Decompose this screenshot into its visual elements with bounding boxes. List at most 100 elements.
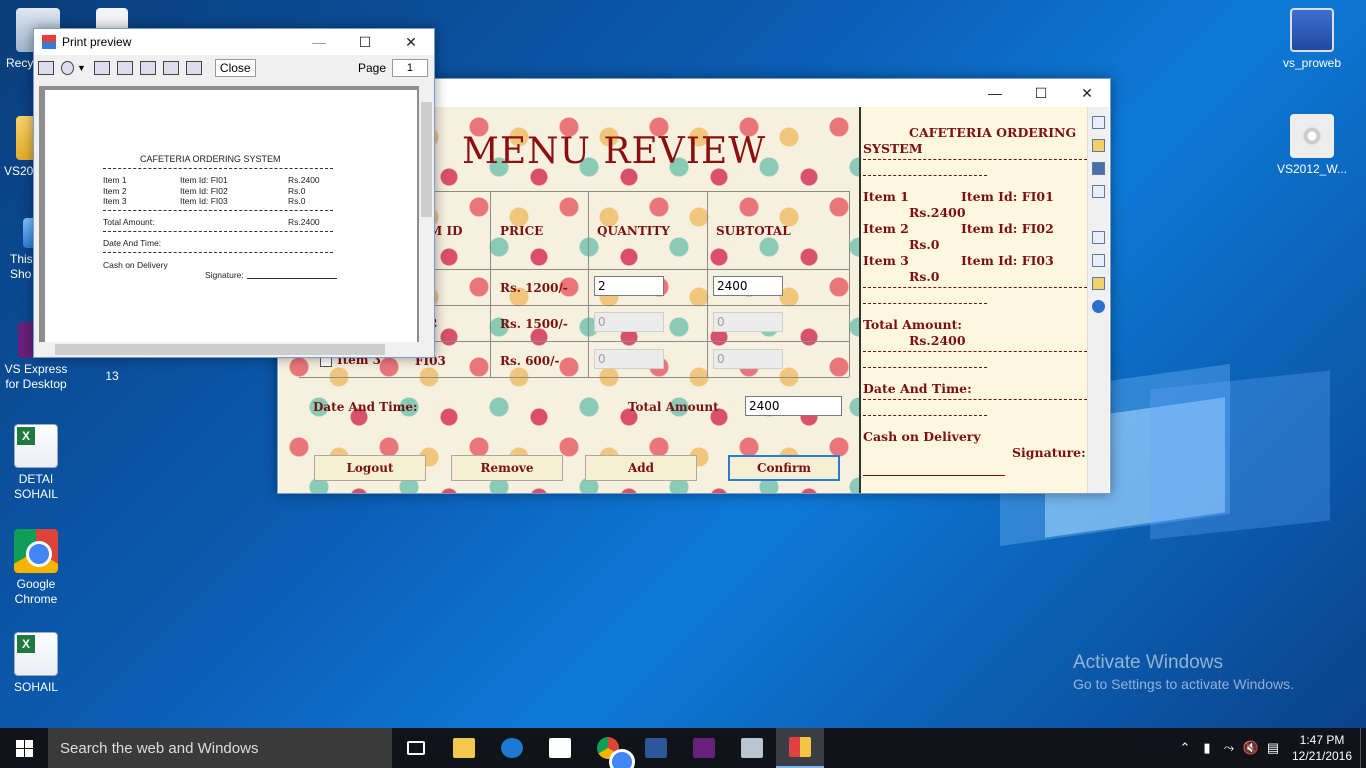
desktop-icon-13[interactable]: 13 bbox=[72, 369, 152, 384]
taskbar-word[interactable] bbox=[632, 728, 680, 768]
disc-image-icon bbox=[1290, 114, 1334, 158]
battery-icon[interactable]: ▮ bbox=[1196, 740, 1218, 756]
volume-muted-icon[interactable]: 🔇 bbox=[1240, 740, 1262, 756]
receipt-total-label: Total Amount: bbox=[863, 317, 963, 332]
start-button[interactable] bbox=[0, 728, 48, 768]
receipt-item1-price: Rs.2400 bbox=[909, 205, 966, 220]
receipt-date-label: Date And Time: bbox=[863, 381, 972, 396]
desktop-icon-detai-sohail[interactable]: DETAI SOHAIL bbox=[0, 424, 76, 502]
help-icon[interactable] bbox=[1092, 300, 1105, 313]
windows-logo-icon bbox=[15, 739, 33, 757]
clock[interactable]: 1:47 PM 12/21/2016 bbox=[1284, 732, 1360, 764]
receipt-divider bbox=[863, 303, 987, 304]
receipt-divider bbox=[863, 351, 1087, 352]
maximize-button[interactable]: ☐ bbox=[1018, 79, 1064, 107]
excel-file-icon bbox=[14, 424, 58, 468]
desktop-icon-label: 13 bbox=[105, 369, 119, 383]
receipt-item3-id: Item Id: FI03 bbox=[961, 253, 1054, 268]
minimize-button[interactable]: — bbox=[972, 79, 1018, 107]
scroll-thumb[interactable] bbox=[55, 344, 385, 355]
one-page-icon[interactable] bbox=[93, 61, 110, 75]
desktop-icon-vs-proweb[interactable]: vs_proweb bbox=[1272, 8, 1352, 71]
vertical-scrollbar[interactable] bbox=[419, 86, 434, 342]
six-pages-icon[interactable] bbox=[185, 61, 202, 75]
new-icon[interactable] bbox=[1092, 116, 1105, 129]
save-icon[interactable] bbox=[1092, 162, 1105, 175]
close-button[interactable]: ✕ bbox=[1064, 79, 1110, 107]
taskbar-store[interactable] bbox=[536, 728, 584, 768]
task-view-button[interactable] bbox=[392, 728, 440, 768]
row1-quantity-input[interactable]: 2 bbox=[594, 276, 664, 296]
open-icon[interactable] bbox=[1092, 139, 1105, 152]
desktop-icon-google-chrome[interactable]: Google Chrome bbox=[0, 529, 76, 607]
task-view-icon bbox=[407, 741, 425, 755]
window-title: Print preview bbox=[62, 35, 132, 49]
page-number-input[interactable]: 1 bbox=[392, 59, 428, 77]
close-preview-button[interactable]: Close bbox=[214, 59, 256, 77]
page-label: Page bbox=[357, 61, 386, 75]
grid-line bbox=[849, 191, 850, 377]
minimize-button[interactable]: — bbox=[296, 28, 342, 56]
print-preview-titlebar: Print preview — ☐ ✕ bbox=[34, 29, 434, 55]
four-pages-icon[interactable] bbox=[162, 61, 179, 75]
wifi-icon[interactable]: ⤳ bbox=[1218, 740, 1240, 756]
paste-icon[interactable] bbox=[1092, 277, 1105, 290]
row3-subtotal-field: 0 bbox=[713, 349, 783, 369]
taskbar-visual-studio[interactable] bbox=[680, 728, 728, 768]
chevron-up-icon[interactable]: ⌃ bbox=[1174, 740, 1196, 756]
receipt-payment: Cash on Delivery bbox=[863, 429, 981, 444]
grid-line bbox=[490, 191, 491, 377]
row3-quantity-input[interactable]: 0 bbox=[594, 349, 664, 369]
receipt-divider bbox=[863, 367, 987, 368]
logout-button[interactable]: Logout bbox=[314, 455, 426, 481]
add-button[interactable]: Add bbox=[585, 455, 697, 481]
column-header-quantity: QUANTITY bbox=[597, 224, 670, 238]
preview-divider bbox=[103, 231, 333, 232]
taskbar-app[interactable] bbox=[728, 728, 776, 768]
notifications-icon[interactable]: ▤ bbox=[1262, 740, 1284, 756]
taskbar-edge[interactable] bbox=[488, 728, 536, 768]
preview-item3: Item 3 bbox=[103, 196, 127, 206]
taskbar-search-box[interactable]: Search the web and Windows bbox=[48, 728, 392, 768]
receipt-divider bbox=[863, 175, 987, 176]
preview-total-value: Rs.2400 bbox=[288, 217, 320, 227]
wallpaper-beam bbox=[1150, 370, 1330, 540]
zoom-icon[interactable] bbox=[61, 61, 74, 75]
maximize-button[interactable]: ☐ bbox=[342, 28, 388, 56]
two-pages-icon[interactable] bbox=[116, 61, 133, 75]
taskbar-chrome[interactable] bbox=[584, 728, 635, 768]
total-amount-field: 2400 bbox=[745, 396, 842, 416]
preview-area: CAFETERIA ORDERING SYSTEM Item 1 Item Id… bbox=[39, 86, 419, 342]
column-header-subtotal: SUBTOTAL bbox=[716, 224, 791, 238]
confirm-button[interactable]: Confirm bbox=[728, 455, 840, 481]
three-pages-icon[interactable] bbox=[139, 61, 156, 75]
receipt-divider bbox=[863, 287, 1087, 288]
excel-file-icon bbox=[14, 632, 58, 676]
show-desktop-button[interactable] bbox=[1360, 728, 1366, 768]
preview-page: CAFETERIA ORDERING SYSTEM Item 1 Item Id… bbox=[45, 90, 417, 342]
receipt-heading-line2: SYSTEM bbox=[863, 141, 923, 156]
remove-button[interactable]: Remove bbox=[451, 455, 563, 481]
print-icon[interactable] bbox=[1092, 185, 1105, 198]
app-icon bbox=[42, 35, 56, 49]
grid-line bbox=[299, 377, 849, 378]
print-preview-window: Print preview — ☐ ✕ ▼ Close Page 1 CAFET… bbox=[33, 28, 435, 358]
row2-price: Rs. 1500/- bbox=[500, 317, 568, 331]
close-button[interactable]: ✕ bbox=[388, 28, 434, 56]
desktop-icon-sohail[interactable]: SOHAIL bbox=[0, 632, 76, 695]
chevron-down-icon[interactable]: ▼ bbox=[77, 63, 86, 73]
taskbar: Search the web and Windows ⌃ ▮ ⤳ 🔇 ▤ 1:4… bbox=[0, 728, 1366, 768]
copy-icon[interactable] bbox=[1092, 254, 1105, 267]
desktop-icon-vs2012-w[interactable]: VS2012_W... bbox=[1272, 114, 1352, 177]
scroll-thumb[interactable] bbox=[421, 102, 432, 217]
horizontal-scrollbar[interactable] bbox=[39, 342, 419, 357]
cut-icon[interactable] bbox=[1092, 231, 1105, 244]
watermark-title: Activate Windows bbox=[1073, 652, 1223, 673]
taskbar-cafeteria-app[interactable] bbox=[776, 728, 824, 768]
chrome-icon bbox=[597, 737, 635, 768]
taskbar-file-explorer[interactable] bbox=[440, 728, 488, 768]
grid-line bbox=[434, 191, 849, 192]
row2-quantity-input[interactable]: 0 bbox=[594, 312, 664, 332]
page-title: MENU REVIEW bbox=[462, 131, 767, 172]
print-icon[interactable] bbox=[38, 61, 54, 75]
